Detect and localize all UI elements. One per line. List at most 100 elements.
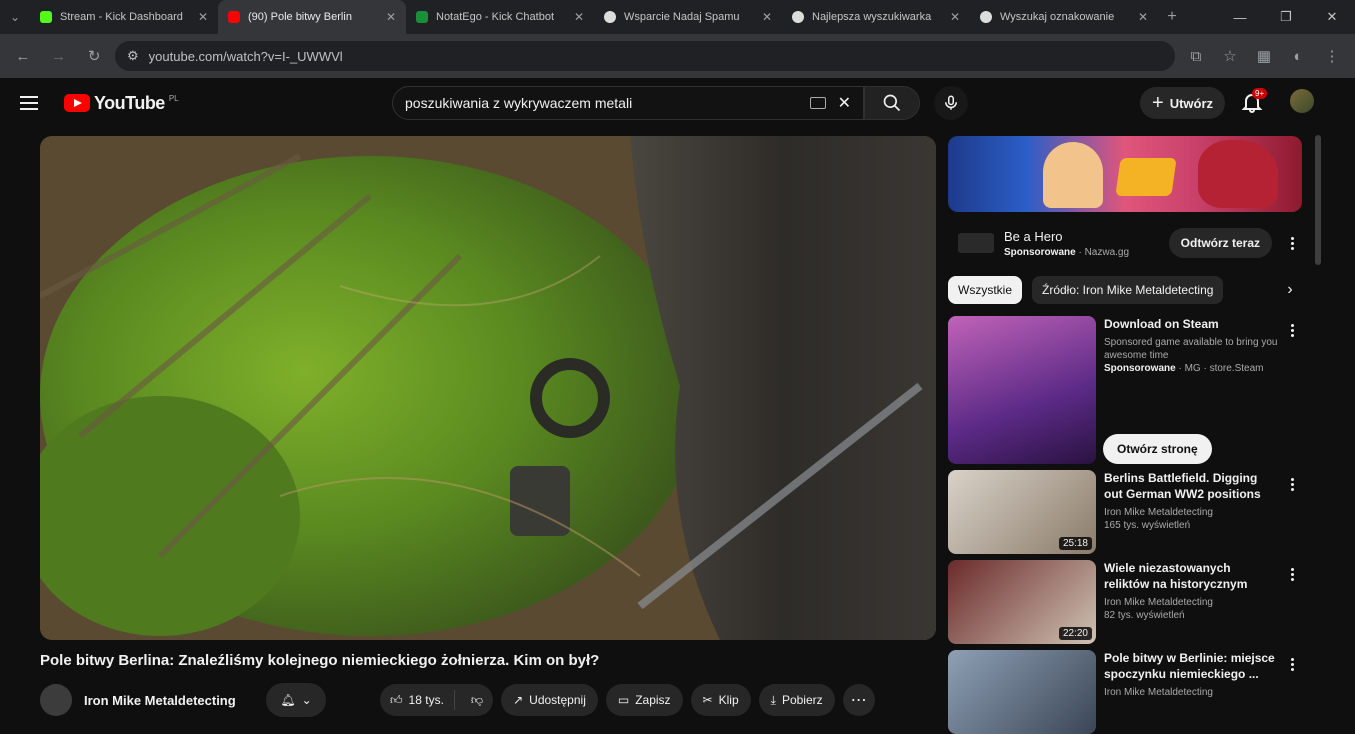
browser-tab[interactable]: Wyszukaj oznakowanie ✕ xyxy=(970,0,1158,34)
back-arrow-icon[interactable]: ← xyxy=(8,41,38,71)
close-icon[interactable]: ✕ xyxy=(386,10,396,24)
browser-tab[interactable]: Najlepsza wyszukiwarka ✕ xyxy=(782,0,970,34)
browser-tab-bar: ⌄ Stream - Kick Dashboard ✕ (90) Pole bi… xyxy=(0,0,1355,34)
forward-arrow-icon[interactable]: → xyxy=(44,41,74,71)
ad-title[interactable]: Be a Hero xyxy=(1004,229,1159,244)
maximize-button[interactable]: ❐ xyxy=(1263,0,1309,34)
microphone-icon xyxy=(945,95,957,110)
save-button[interactable]: ▭ Zapisz xyxy=(605,684,683,716)
channel-name[interactable]: Iron Mike Metaldetecting xyxy=(84,693,254,708)
list-item[interactable]: 22:20 Wiele niezastowanych reliktów na h… xyxy=(948,560,1302,644)
reload-icon[interactable]: ↻ xyxy=(79,41,109,71)
clear-search-icon[interactable]: ✕ xyxy=(838,93,851,113)
more-icon[interactable] xyxy=(1282,562,1302,586)
duration-badge: 22:20 xyxy=(1058,627,1092,640)
create-label: Utwórz xyxy=(1169,95,1214,111)
extensions-icon[interactable]: ▦ xyxy=(1249,41,1279,71)
rec-views: 165 tys. wyświetleń xyxy=(1104,520,1191,531)
rec-title: Wiele niezastowanych reliktów na history… xyxy=(1104,561,1248,591)
chip-all[interactable]: Wszystkie xyxy=(948,276,1022,304)
list-item[interactable]: Pole bitwy w Berlinie: miejsce spoczynku… xyxy=(948,650,1302,734)
more-icon[interactable] xyxy=(1282,318,1302,342)
more-actions-button[interactable]: ⋯ xyxy=(842,684,875,716)
download-icon: ⤓ xyxy=(770,692,776,707)
dragon-image xyxy=(1198,140,1278,208)
ad-domain: Nazwa.gg xyxy=(1084,246,1130,258)
browser-menu-icon[interactable]: ⋮ xyxy=(1317,41,1347,71)
play-now-button[interactable]: Odtwórz teraz xyxy=(1168,228,1272,258)
tab-search-icon[interactable]: ⌄ xyxy=(0,0,30,34)
youtube-logo[interactable]: YouTube PL xyxy=(64,93,179,114)
rec-meta: Iron Mike Metaldetecting 82 tys. wyświet… xyxy=(1104,596,1278,622)
window-controls: — ❐ ✕ xyxy=(1217,0,1355,34)
address-bar-row: ← → ↻ ⚙ youtube.com/watch?v=I-_UWWVl ⧉ ☆… xyxy=(0,34,1355,78)
url-field[interactable]: ⚙ youtube.com/watch?v=I-_UWWVl xyxy=(115,41,1176,71)
open-site-button[interactable]: Otwórz stronę xyxy=(1103,434,1212,464)
profile-icon[interactable]: ◐ xyxy=(1283,41,1313,71)
search-input[interactable]: poszukiwania z wykrywaczem metali ✕ xyxy=(392,86,864,120)
menu-hamburger-icon[interactable] xyxy=(20,91,44,115)
hero-character-image xyxy=(1043,142,1103,208)
tab-title: Wsparcie Nadaj Spamu xyxy=(624,11,740,23)
keyboard-icon[interactable] xyxy=(809,97,826,109)
download-button[interactable]: ⤓ Pobierz xyxy=(758,684,835,716)
dislike-button[interactable]: 👎︎ xyxy=(461,693,493,708)
game-logo-image xyxy=(1115,158,1177,196)
logo-text: YouTube xyxy=(94,92,165,113)
tab-title: (90) Pole bitwy Berlin xyxy=(248,11,352,23)
list-item[interactable]: 25:18 Berlins Battlefield. Digging out G… xyxy=(948,470,1302,554)
video-thumbnail[interactable] xyxy=(948,650,1096,734)
rec-meta: Iron Mike Metaldetecting xyxy=(1104,686,1278,699)
clip-button[interactable]: ✂ Klip xyxy=(690,684,751,716)
video-thumbnail[interactable] xyxy=(948,316,1096,464)
scissors-icon: ✂ xyxy=(702,693,713,707)
bookmark-star-icon[interactable]: ☆ xyxy=(1215,41,1245,71)
close-icon[interactable]: ✕ xyxy=(762,10,772,24)
video-thumbnail[interactable]: 25:18 xyxy=(948,470,1096,554)
channel-avatar[interactable] xyxy=(40,684,72,716)
close-icon[interactable]: ✕ xyxy=(950,10,960,24)
browser-tab[interactable]: NotatEgo - Kick Chatbot ✕ xyxy=(406,0,594,34)
create-button[interactable]: + Utwórz xyxy=(1140,87,1226,119)
filter-chips: Wszystkie Źródło: Iron Mike Metaldetecti… xyxy=(948,270,1302,310)
account-avatar[interactable] xyxy=(1290,89,1314,113)
more-icon[interactable] xyxy=(1282,652,1302,676)
search-button[interactable] xyxy=(864,86,920,120)
ad-meta-row: Be a Hero Sponsorowane · Nazwa.gg Odtwór… xyxy=(948,216,1302,270)
translate-icon[interactable]: ⧉ xyxy=(1181,41,1211,71)
site-info-icon[interactable]: ⚙ xyxy=(127,48,139,64)
more-icon[interactable] xyxy=(1282,472,1302,496)
bookmark-icon: ▭ xyxy=(617,693,630,707)
minimize-button[interactable]: — xyxy=(1217,0,1263,34)
rec-views: 82 tys. wyświetleń xyxy=(1104,610,1185,621)
chevron-right-icon[interactable]: › xyxy=(1278,278,1302,302)
browser-tab-active[interactable]: (90) Pole bitwy Berlin ✕ xyxy=(218,0,406,34)
ad-banner-image[interactable] xyxy=(948,136,1302,212)
tab-title: Wyszukaj oznakowanie xyxy=(1000,11,1115,23)
video-player[interactable] xyxy=(40,136,936,640)
browser-tab[interactable]: Wsparcie Nadaj Spamu ✕ xyxy=(594,0,782,34)
rec-title: Berlins Battlefield. Digging out German … xyxy=(1104,471,1261,501)
like-dislike-group: 👍︎ 18 tys. 👎︎ xyxy=(380,684,494,716)
ad-more-icon[interactable] xyxy=(1282,231,1302,255)
close-icon[interactable]: ✕ xyxy=(198,10,208,24)
list-item[interactable]: Download on Steam Sponsored game availab… xyxy=(948,316,1302,464)
subscription-bell-button[interactable]: 🔔︎ ⌄ xyxy=(266,683,326,717)
new-tab-plus-icon[interactable]: + xyxy=(1158,8,1186,26)
video-thumbnail[interactable]: 22:20 xyxy=(948,560,1096,644)
duration-badge: 25:18 xyxy=(1058,537,1092,550)
like-button[interactable]: 👍︎ 18 tys. xyxy=(380,690,455,710)
page-scrollbar[interactable] xyxy=(1315,135,1321,265)
close-icon[interactable]: ✕ xyxy=(574,10,584,24)
gear-favicon-icon xyxy=(604,11,616,23)
youtube-favicon-icon xyxy=(228,11,240,23)
browser-tab[interactable]: Stream - Kick Dashboard ✕ xyxy=(30,0,218,34)
save-label: Zapisz xyxy=(635,693,671,707)
youtube-play-icon xyxy=(64,94,90,112)
chip-source[interactable]: Źródło: Iron Mike Metaldetecting xyxy=(1032,276,1224,304)
close-window-button[interactable]: ✕ xyxy=(1309,0,1355,34)
share-button[interactable]: ↗ Udostępnij xyxy=(501,684,598,716)
gear-favicon-icon xyxy=(792,11,804,23)
close-icon[interactable]: ✕ xyxy=(1138,10,1148,24)
voice-search-button[interactable] xyxy=(934,86,968,120)
